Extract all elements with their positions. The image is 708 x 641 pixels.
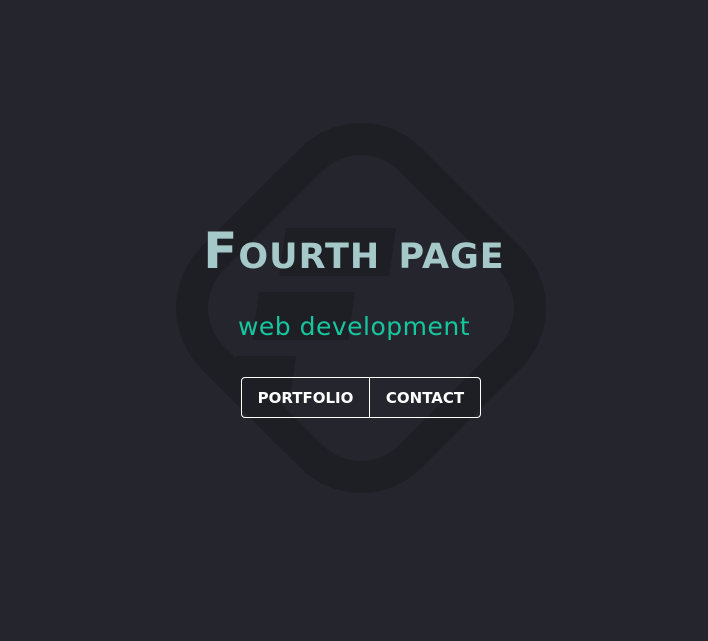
hero-section: Fourth page web development PORTFOLIO CO… bbox=[0, 0, 708, 641]
page-subtitle: web development bbox=[237, 312, 471, 341]
page-title: Fourth page bbox=[203, 222, 505, 280]
button-group: PORTFOLIO CONTACT bbox=[241, 377, 481, 418]
contact-button[interactable]: CONTACT bbox=[370, 377, 481, 418]
portfolio-button[interactable]: PORTFOLIO bbox=[241, 377, 370, 418]
